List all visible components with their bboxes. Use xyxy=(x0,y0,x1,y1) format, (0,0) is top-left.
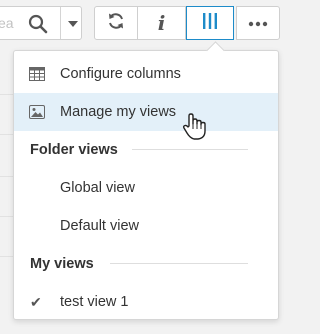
refresh-icon xyxy=(106,11,126,36)
folder-views-header: Folder views xyxy=(30,142,118,158)
table-icon xyxy=(29,67,45,81)
menu-item-test-view-1[interactable]: ✔ test view 1 xyxy=(14,283,278,321)
more-icon xyxy=(248,14,268,32)
search-divider xyxy=(60,7,61,39)
my-views-header: My views xyxy=(30,256,94,272)
section-divider xyxy=(132,149,248,150)
section-divider xyxy=(110,263,248,264)
checkmark-icon: ✔ xyxy=(30,294,42,310)
info-button[interactable]: i xyxy=(138,6,186,40)
image-icon xyxy=(29,105,45,119)
row-divider xyxy=(0,256,14,257)
menu-item-default-view[interactable]: Default view xyxy=(14,207,278,245)
menu-item-global-view[interactable]: Global view xyxy=(14,169,278,207)
menu-item-manage-my-views[interactable]: Manage my views xyxy=(14,93,278,131)
menu-item-configure-columns[interactable]: Configure columns xyxy=(14,55,278,93)
more-button[interactable] xyxy=(236,6,280,40)
view-options-menu: Configure columns Manage my views Folder… xyxy=(13,50,279,320)
search-field[interactable]: ea xyxy=(0,6,82,40)
info-icon: i xyxy=(157,11,166,35)
row-divider xyxy=(0,216,14,217)
columns-icon xyxy=(201,12,219,35)
row-divider xyxy=(0,176,14,177)
menu-item-label: Default view xyxy=(60,218,139,234)
menu-item-label: Global view xyxy=(60,180,135,196)
toolbar: ea i xyxy=(0,0,288,48)
row-divider xyxy=(0,134,14,135)
row-divider xyxy=(0,94,14,95)
menu-item-label: test view 1 xyxy=(60,294,129,310)
menu-item-label: Manage my views xyxy=(60,104,177,120)
chevron-down-icon[interactable] xyxy=(68,21,78,27)
menu-item-label: Configure columns xyxy=(60,66,181,82)
search-input[interactable]: ea xyxy=(0,15,14,31)
columns-button[interactable] xyxy=(186,6,234,40)
search-icon[interactable] xyxy=(26,13,50,35)
refresh-button[interactable] xyxy=(94,6,138,40)
hand-pointer-cursor-icon xyxy=(182,112,208,147)
